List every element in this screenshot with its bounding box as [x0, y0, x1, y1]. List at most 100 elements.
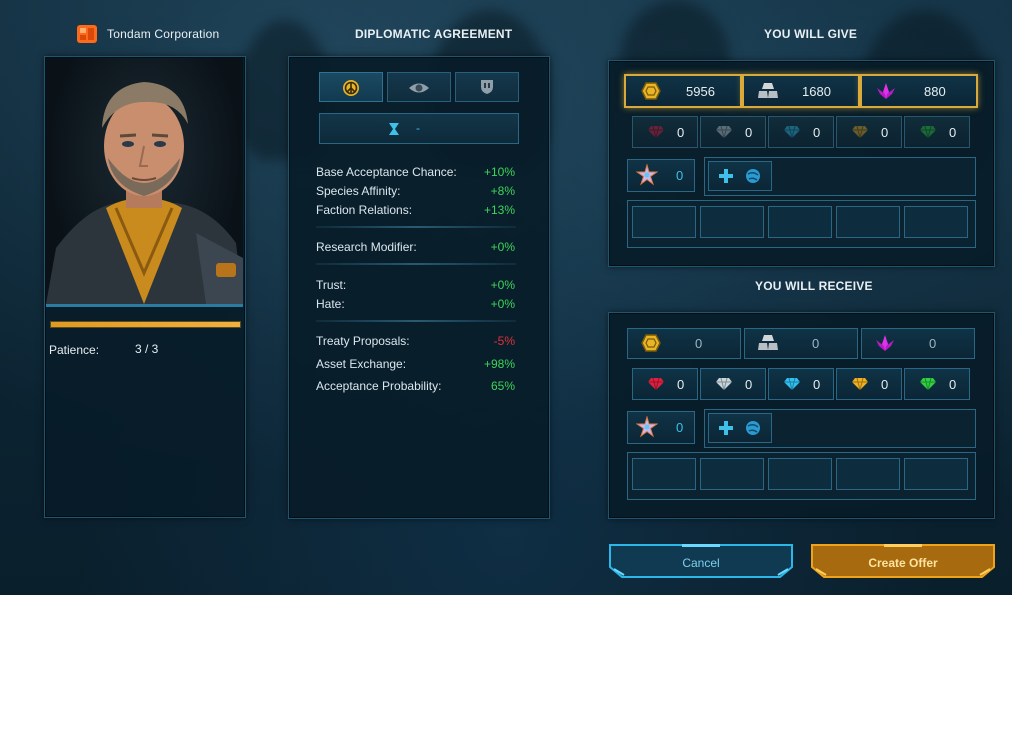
receive-gem-value: 0: [813, 377, 821, 392]
diamond-gem-icon: [716, 125, 732, 144]
stat-label: Hate:: [316, 297, 345, 311]
planet-icon: [746, 421, 760, 435]
receive-crystals-value: 0: [929, 336, 937, 351]
crystal-flower-icon: [876, 335, 894, 351]
planet-icon: [746, 169, 760, 183]
stat-value: +10%: [483, 165, 515, 179]
give-gem-slot[interactable]: 0: [768, 116, 834, 148]
give-gem-slot[interactable]: 0: [836, 116, 902, 148]
give-alloys-slot[interactable]: 1680: [742, 74, 860, 108]
cancel-button[interactable]: Cancel: [608, 543, 794, 579]
receive-add-item-button[interactable]: [708, 413, 772, 443]
create-offer-label: Create Offer: [868, 556, 938, 570]
eye-icon: [409, 83, 429, 93]
diplomatic-agreement-title: DIPLOMATIC AGREEMENT: [355, 27, 513, 41]
shield-icon: [481, 80, 493, 94]
topaz-gem-icon: [852, 377, 868, 396]
receive-empty-item-slot[interactable]: [632, 458, 696, 490]
give-crystals-value: 880: [924, 84, 946, 99]
give-crystals-slot[interactable]: 880: [860, 74, 978, 108]
receive-crystals-slot[interactable]: 0: [861, 328, 975, 359]
receive-stars-slot[interactable]: 0: [627, 411, 695, 444]
receive-empty-item-slot[interactable]: [904, 458, 968, 490]
give-gem-slot[interactable]: 0: [904, 116, 970, 148]
give-empty-item-slot[interactable]: [904, 206, 968, 238]
patience-bar-fill: [51, 322, 240, 327]
stat-value: +0%: [490, 240, 515, 254]
give-empty-item-slot[interactable]: [632, 206, 696, 238]
cancel-label: Cancel: [682, 556, 720, 570]
stat-value: +98%: [483, 357, 515, 371]
patience-value: 3 / 3: [135, 342, 159, 356]
receive-alloys-slot[interactable]: 0: [744, 328, 858, 359]
give-gem-value: 0: [677, 125, 685, 140]
receive-credits-value: 0: [695, 336, 703, 351]
stat-label: Acceptance Probability:: [316, 379, 442, 393]
receive-gem-slot[interactable]: 0: [700, 368, 766, 400]
star-crystal-icon: [636, 416, 658, 438]
leader-portrait: [46, 58, 243, 304]
receive-empty-item-slot[interactable]: [700, 458, 764, 490]
credits-icon: [641, 334, 661, 352]
tab-intelligence[interactable]: [387, 72, 451, 102]
receive-credits-slot[interactable]: 0: [627, 328, 741, 359]
receive-gem-slot[interactable]: 0: [632, 368, 698, 400]
tab-peace-treaty[interactable]: [319, 72, 383, 102]
give-stars-slot[interactable]: 0: [627, 159, 695, 192]
sapphire-gem-icon: [784, 125, 800, 144]
diplomacy-screen: Tondam Corporation Patience: 3 / 3 DIPLO…: [0, 0, 1012, 595]
receive-gem-value: 0: [949, 377, 957, 392]
stat-label: Trust:: [316, 278, 347, 292]
stat-label: Base Acceptance Chance:: [316, 165, 457, 179]
stat-value: +0%: [490, 278, 515, 292]
stat-label: Research Modifier:: [316, 240, 417, 254]
stat-label: Faction Relations:: [316, 203, 413, 217]
receive-gem-slot[interactable]: 0: [836, 368, 902, 400]
hourglass-icon: [389, 123, 399, 135]
faction-emblem-icon: [77, 25, 97, 43]
patience-label: Patience:: [49, 343, 100, 357]
receive-empty-item-slot[interactable]: [768, 458, 832, 490]
stats-separator: [316, 320, 516, 322]
stat-value: +13%: [483, 203, 515, 217]
stats-separator: [316, 226, 516, 228]
give-empty-item-slot[interactable]: [836, 206, 900, 238]
stat-value: -5%: [493, 334, 515, 348]
stat-value: +8%: [490, 184, 515, 198]
credits-icon: [641, 82, 661, 100]
stat-label: Treaty Proposals:: [316, 334, 410, 348]
give-add-item-button[interactable]: [708, 161, 772, 191]
duration-field[interactable]: -: [319, 113, 519, 144]
receive-gem-slot[interactable]: 0: [904, 368, 970, 400]
star-crystal-icon: [636, 164, 658, 186]
stat-label: Asset Exchange:: [316, 357, 407, 371]
receive-title: YOU WILL RECEIVE: [755, 279, 873, 293]
give-gem-value: 0: [745, 125, 753, 140]
receive-gem-value: 0: [677, 377, 685, 392]
give-gem-slot[interactable]: 0: [700, 116, 766, 148]
give-title: YOU WILL GIVE: [764, 27, 858, 41]
give-credits-slot[interactable]: 5956: [624, 74, 742, 108]
portrait-divider: [46, 304, 243, 307]
give-gem-value: 0: [881, 125, 889, 140]
receive-gem-value: 0: [881, 377, 889, 392]
give-empty-item-slot[interactable]: [768, 206, 832, 238]
receive-gem-value: 0: [745, 377, 753, 392]
give-stars-value: 0: [676, 168, 684, 183]
receive-alloys-value: 0: [812, 336, 820, 351]
tab-defense-pact[interactable]: [455, 72, 519, 102]
duration-value: -: [416, 121, 420, 135]
receive-gem-slot[interactable]: 0: [768, 368, 834, 400]
crystal-flower-icon: [877, 83, 895, 99]
receive-empty-item-slot[interactable]: [836, 458, 900, 490]
alloy-ingots-icon: [758, 83, 778, 98]
emerald-gem-icon: [920, 125, 936, 144]
stat-value: +0%: [490, 297, 515, 311]
give-gem-value: 0: [813, 125, 821, 140]
peace-icon: [343, 80, 359, 96]
give-gem-slot[interactable]: 0: [632, 116, 698, 148]
give-gem-value: 0: [949, 125, 957, 140]
create-offer-button[interactable]: Create Offer: [810, 543, 996, 579]
stat-value: 65%: [490, 379, 515, 393]
give-empty-item-slot[interactable]: [700, 206, 764, 238]
